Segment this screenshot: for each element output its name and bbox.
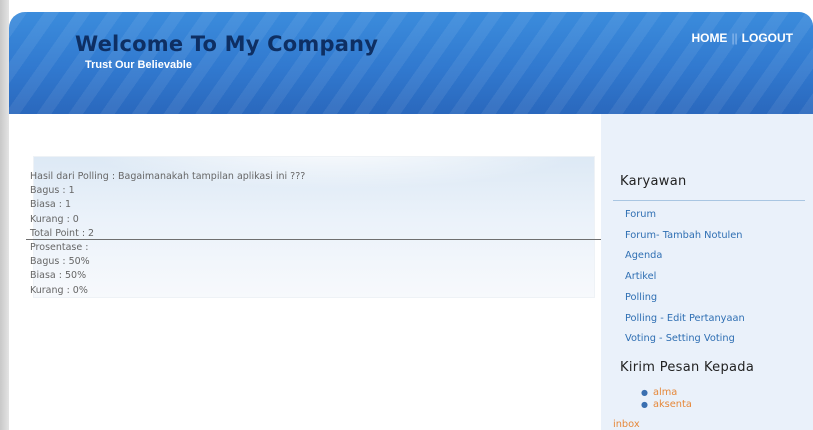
bullet-icon: ● bbox=[641, 388, 648, 397]
recipient-aksenta[interactable]: aksenta bbox=[653, 399, 692, 410]
recipient-list: ● alma ● aksenta bbox=[641, 387, 692, 410]
site-header: Welcome To My Company Trust Our Believab… bbox=[9, 12, 813, 114]
sidebar-heading-kirim-pesan: Kirim Pesan Kepada bbox=[620, 360, 755, 375]
poll-question: Hasil dari Polling : Bagaimanakah tampil… bbox=[30, 171, 306, 182]
sidebar: Karyawan Forum Forum- Tambah Notulen Age… bbox=[601, 114, 813, 430]
home-link[interactable]: HOME bbox=[691, 31, 727, 45]
poll-percent-kurang: Kurang : 0% bbox=[30, 284, 88, 296]
sidebar-item-voting-setting[interactable]: Voting - Setting Voting bbox=[625, 329, 745, 350]
poll-percentage-label: Prosentase : bbox=[30, 242, 89, 254]
sidebar-item-artikel[interactable]: Artikel bbox=[625, 267, 745, 288]
logout-link[interactable]: LOGOUT bbox=[742, 31, 793, 45]
bullet-icon: ● bbox=[641, 399, 648, 409]
sidebar-menu: Forum Forum- Tambah Notulen Agenda Artik… bbox=[625, 205, 745, 350]
sidebar-heading-underline bbox=[613, 200, 805, 201]
sidebar-item-polling-edit[interactable]: Polling - Edit Pertanyaan bbox=[625, 309, 745, 330]
main-content: Hasil dari Polling : Bagaimanakah tampil… bbox=[9, 114, 611, 430]
inbox-link[interactable]: inbox bbox=[613, 419, 640, 430]
poll-percent-bagus: Bagus : 50% bbox=[30, 256, 90, 268]
sidebar-item-polling[interactable]: Polling bbox=[625, 288, 745, 309]
sidebar-heading-karyawan: Karyawan bbox=[620, 174, 687, 189]
recipient-item[interactable]: ● aksenta bbox=[641, 399, 692, 411]
left-border bbox=[0, 0, 9, 430]
sidebar-item-forum[interactable]: Forum bbox=[625, 205, 745, 226]
top-nav: HOME || LOGOUT bbox=[691, 31, 793, 45]
recipient-item[interactable]: ● alma bbox=[641, 387, 692, 399]
recipient-alma[interactable]: alma bbox=[653, 387, 677, 398]
divider-line bbox=[26, 239, 611, 240]
site-subtitle: Trust Our Believable bbox=[85, 59, 192, 71]
poll-percent-biasa: Biasa : 50% bbox=[30, 270, 87, 282]
nav-separator: || bbox=[731, 31, 738, 45]
poll-count-biasa: Biasa : 1 bbox=[30, 199, 72, 211]
poll-count-kurang: Kurang : 0 bbox=[30, 213, 79, 225]
poll-results: Hasil dari Polling : Bagaimanakah tampil… bbox=[30, 170, 305, 298]
poll-count-bagus: Bagus : 1 bbox=[30, 185, 75, 197]
site-title: Welcome To My Company bbox=[75, 32, 379, 56]
sidebar-item-agenda[interactable]: Agenda bbox=[625, 246, 745, 267]
sidebar-item-forum-tambah-notulen[interactable]: Forum- Tambah Notulen bbox=[625, 226, 745, 247]
